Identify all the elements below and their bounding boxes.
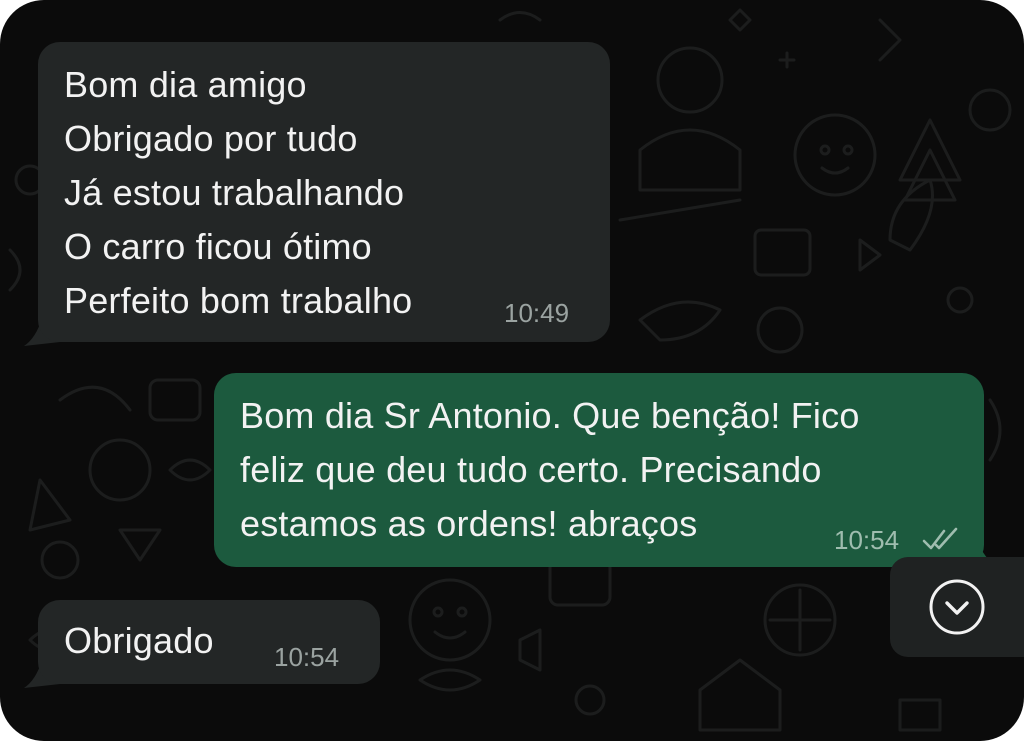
incoming-message[interactable]: Obrigado 10:54: [38, 600, 380, 684]
chat-screen: Bom dia amigo Obrigado por tudo Já estou…: [0, 0, 1024, 741]
message-text: Bom dia amigo Obrigado por tudo Já estou…: [64, 58, 584, 328]
message-timestamp: 10:54: [274, 642, 340, 672]
message-timestamp: 10:49: [504, 298, 570, 328]
outgoing-message[interactable]: Bom dia Sr Antonio. Que benção! Fico fel…: [214, 373, 984, 567]
chevron-down-circle-icon: [929, 579, 985, 635]
scroll-to-bottom-button[interactable]: [890, 557, 1024, 657]
double-check-read-icon: [922, 527, 958, 550]
message-timestamp: 10:54: [834, 525, 900, 555]
message-line: Bom dia amigo: [64, 64, 307, 105]
message-line: O carro ficou ótimo: [64, 226, 372, 267]
message-line: Obrigado por tudo: [64, 118, 358, 159]
incoming-message[interactable]: Bom dia amigo Obrigado por tudo Já estou…: [38, 42, 610, 342]
message-line: Já estou trabalhando: [64, 172, 405, 213]
message-line: Bom dia Sr Antonio. Que benção! Fico: [240, 395, 860, 436]
message-line: feliz que deu tudo certo. Precisando: [240, 449, 822, 490]
